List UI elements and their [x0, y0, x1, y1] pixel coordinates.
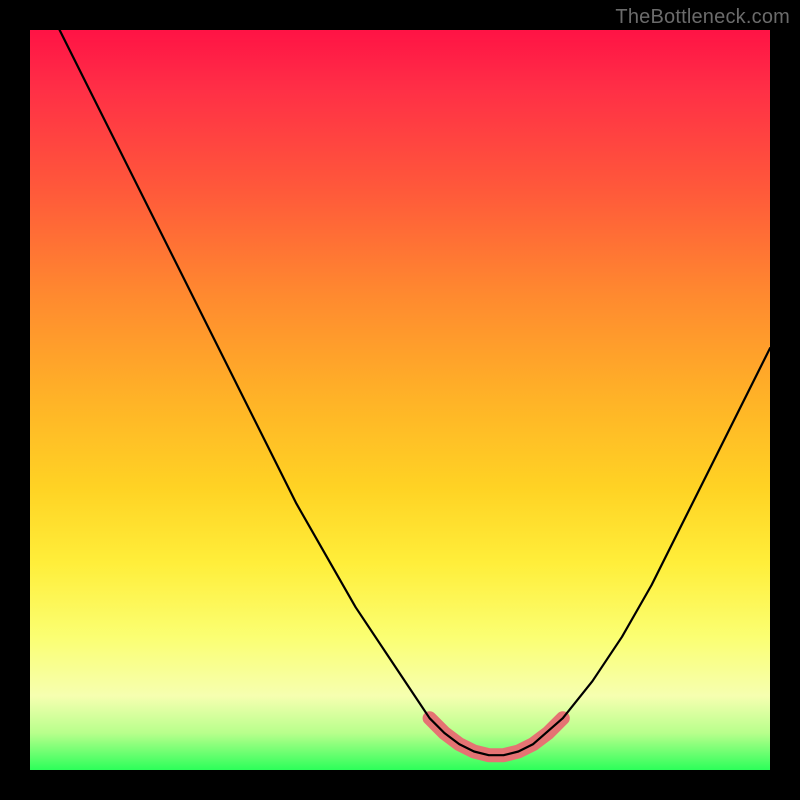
- chart-svg: [30, 30, 770, 770]
- bottleneck-curve: [30, 30, 770, 755]
- plot-area: [30, 30, 770, 770]
- watermark-text: TheBottleneck.com: [615, 6, 790, 29]
- chart-frame: TheBottleneck.com: [0, 0, 800, 800]
